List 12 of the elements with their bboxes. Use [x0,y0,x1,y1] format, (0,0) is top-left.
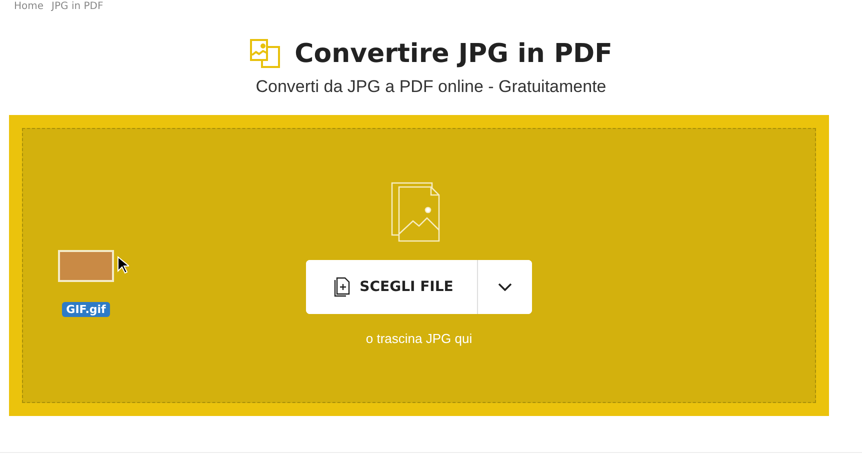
breadcrumb-link[interactable]: Home [14,0,44,13]
mouse-pointer-icon [117,256,129,274]
page-title: Convertire JPG in PDF [294,39,612,69]
image-thumbnail [58,250,114,282]
page-subtitle: Converti da JPG a PDF online - Gratuitamente [256,77,606,97]
image-files-icon [250,39,281,69]
file-name-label: GIF.gif [62,302,110,317]
chevron-down-icon [498,283,512,291]
add-file-icon [334,277,350,297]
drop-hint: o trascina JPG qui [366,331,472,346]
choose-file-button[interactable]: SCEGLI FILE [306,260,478,314]
breadcrumb-current: JPG in PDF [52,0,104,13]
